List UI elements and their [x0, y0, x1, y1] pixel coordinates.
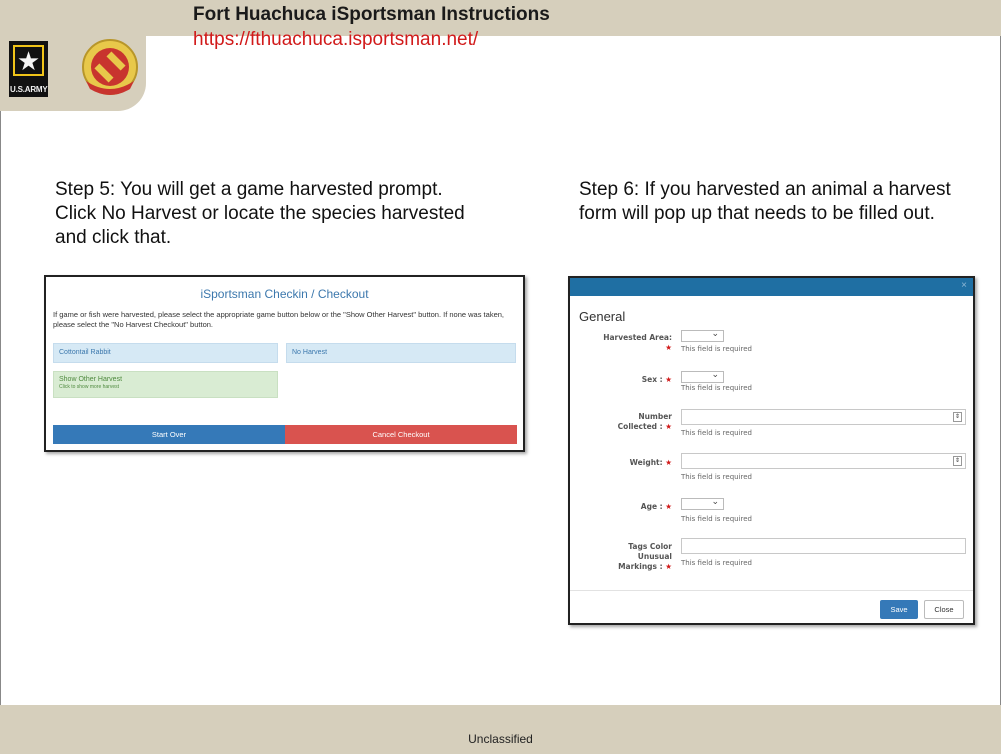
show-other-harvest-label: Show Other Harvest: [59, 376, 123, 383]
step5-instruction: Step 5: You will get a game harvested pr…: [55, 179, 465, 248]
weight-required-msg: This field is required: [681, 473, 753, 481]
sex-required-msg: This field is required: [681, 384, 753, 392]
classification-label: Unclassified: [468, 732, 533, 746]
no-harvest-button[interactable]: No Harvest: [286, 343, 516, 363]
close-button[interactable]: Close: [924, 600, 964, 619]
close-icon[interactable]: ×: [961, 280, 967, 291]
cancel-checkout-button[interactable]: Cancel Checkout: [285, 425, 517, 444]
harvested-area-label: Harvested Area: ★: [603, 333, 672, 352]
chevron-down-icon: ⌄: [711, 328, 719, 338]
unit-insignia-logo: [82, 39, 138, 95]
sex-select[interactable]: ⌄: [681, 369, 724, 383]
number-collected-label: Number Collected : ★: [617, 412, 672, 431]
army-logo-text: U.S.ARMY: [10, 85, 48, 94]
tags-markings-required-msg: This field is required: [681, 559, 753, 567]
age-select[interactable]: ⌄: [681, 496, 724, 510]
number-collected-required-msg: This field is required: [681, 429, 753, 437]
chevron-down-icon: ⌄: [711, 369, 719, 379]
weight-label: Weight: ★: [629, 458, 672, 467]
harvest-form-dialog: × General Harvested Area: ★ ⌄ This field…: [568, 276, 975, 625]
cottontail-rabbit-button[interactable]: Cottontail Rabbit: [53, 343, 278, 363]
dialog-title-bar: ×: [570, 278, 973, 296]
section-title: General: [579, 309, 626, 324]
star-icon: ★: [13, 45, 44, 76]
page-title: Fort Huachuca iSportsman Instructions: [193, 4, 550, 25]
stepper-icon[interactable]: ⇕: [953, 456, 962, 466]
required-star-icon: ★: [665, 422, 672, 431]
chevron-down-icon: ⌄: [711, 496, 719, 506]
show-other-harvest-sublabel: Click to show more harvest: [59, 384, 120, 390]
footer-band: [0, 705, 1001, 754]
show-other-harvest-button[interactable]: Show Other Harvest Click to show more ha…: [53, 371, 278, 398]
checkin-description: If game or fish were harvested, please s…: [53, 310, 504, 329]
age-required-msg: This field is required: [681, 515, 753, 523]
footer-divider: [570, 590, 973, 591]
age-label: Age : ★: [640, 502, 672, 511]
harvested-area-select[interactable]: ⌄: [681, 328, 724, 342]
save-button[interactable]: Save: [880, 600, 918, 619]
stepper-icon[interactable]: ⇕: [953, 412, 962, 422]
required-star-icon: ★: [665, 375, 672, 384]
required-star-icon: ★: [665, 343, 672, 352]
us-army-logo: ★ U.S.ARMY: [9, 41, 48, 97]
sex-label: Sex : ★: [641, 375, 672, 384]
tags-markings-label: Tags Color Unusual Markings : ★: [618, 542, 672, 571]
required-star-icon: ★: [665, 502, 672, 511]
weight-input[interactable]: ⇕: [681, 453, 966, 469]
checkin-title: iSportsman Checkin / Checkout: [200, 287, 369, 301]
tags-markings-input[interactable]: [681, 538, 966, 554]
checkin-dialog: iSportsman Checkin / Checkout If game or…: [44, 275, 525, 452]
site-url-link[interactable]: https://fthuachuca.isportsman.net/: [193, 29, 478, 51]
start-over-button[interactable]: Start Over: [53, 425, 285, 444]
harvested-area-required-msg: This field is required: [681, 345, 753, 353]
number-collected-input[interactable]: ⇕: [681, 409, 966, 425]
required-star-icon: ★: [665, 562, 672, 571]
step6-instruction: Step 6: If you harvested an animal a har…: [579, 179, 951, 224]
required-star-icon: ★: [665, 458, 672, 467]
